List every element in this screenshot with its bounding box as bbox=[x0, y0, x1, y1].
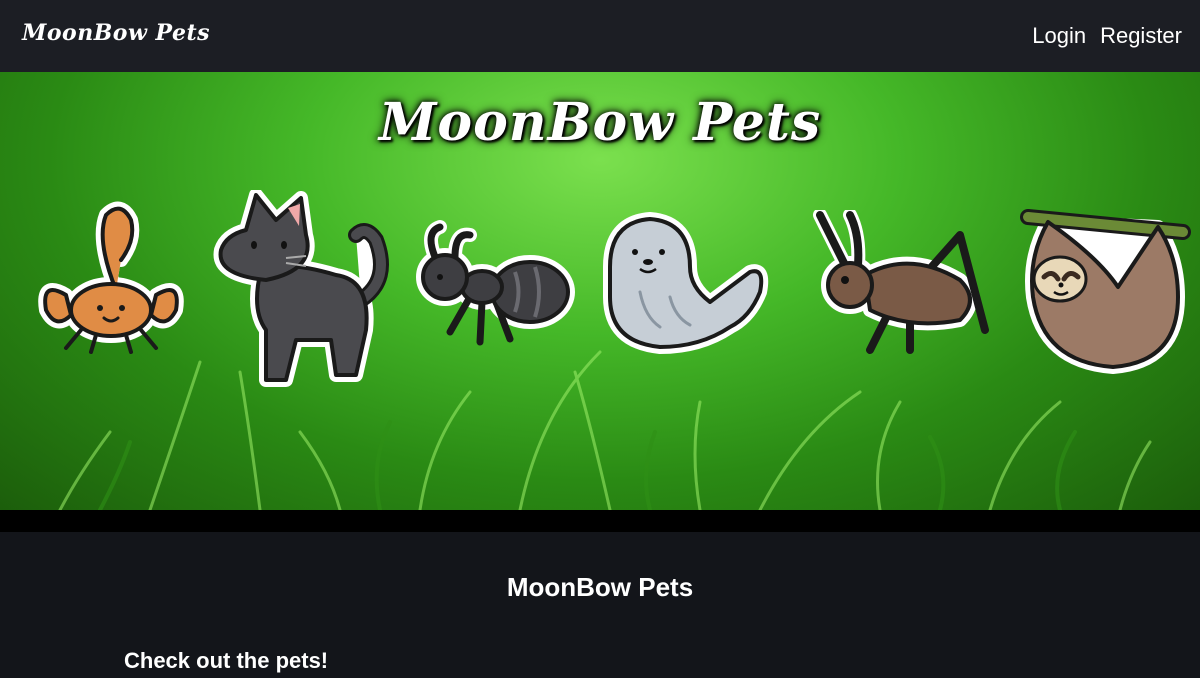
brand-logo-link[interactable]: MoonBow Pets bbox=[22, 20, 210, 46]
section-heading: Check out the pets! bbox=[124, 648, 329, 673]
cat-icon bbox=[213, 190, 389, 387]
top-navbar: MoonBow Pets Login Register bbox=[0, 0, 1200, 72]
hero-title: MoonBow Pets bbox=[378, 92, 822, 153]
hero-bottom-divider bbox=[0, 510, 1200, 532]
page-heading: MoonBow Pets bbox=[506, 572, 694, 602]
nav-links: Login Register bbox=[1032, 23, 1182, 49]
scorpion-icon bbox=[38, 201, 184, 354]
cricket-icon bbox=[813, 210, 989, 354]
seal-icon bbox=[603, 212, 769, 354]
ant-icon bbox=[416, 220, 575, 346]
register-link[interactable]: Register bbox=[1100, 23, 1182, 49]
sloth-icon bbox=[1020, 209, 1191, 374]
login-link[interactable]: Login bbox=[1032, 23, 1086, 49]
hero-banner: MoonBow Pets bbox=[0, 72, 1200, 510]
